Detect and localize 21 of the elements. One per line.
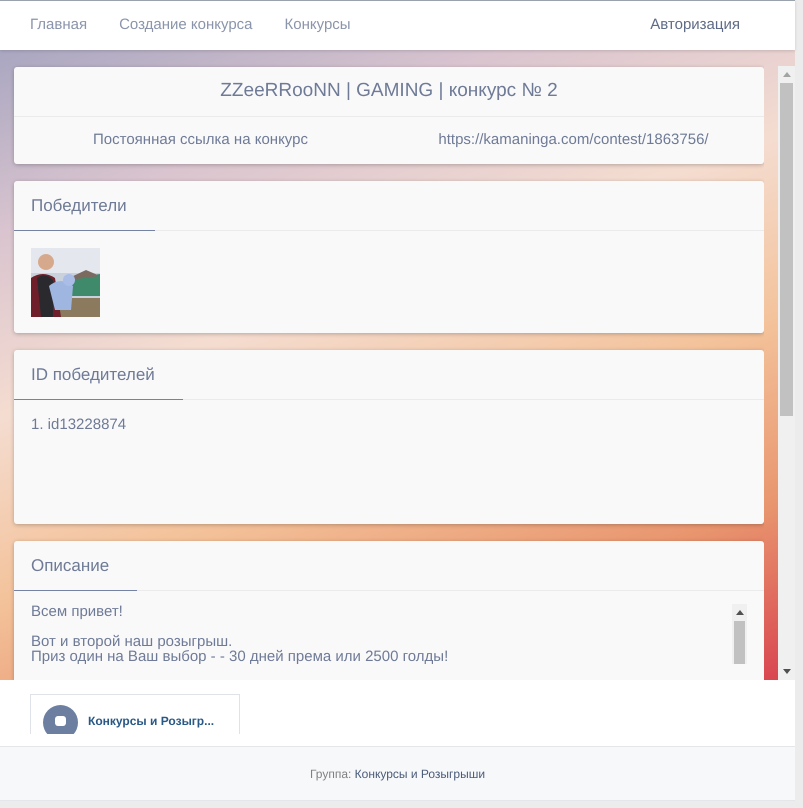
scrollbar[interactable]	[778, 66, 795, 680]
nav-link[interactable]: Конкурсы	[284, 14, 351, 37]
winner-id: 1. id13228874	[31, 415, 128, 435]
section-title: Победители	[14, 181, 155, 231]
description-text: Вот и второй наш розыгрыш. Приз один на Ваш выбор - - 30 дней према или 2500 голды!	[31, 634, 450, 664]
section-title: ID победителей	[14, 350, 183, 400]
description-text: Всем привет!	[31, 604, 124, 619]
contest-link[interactable]: https://kamaninga.com/contest/1863756/	[387, 129, 760, 152]
nav-link[interactable]: Главная	[30, 14, 88, 37]
section-title: Описание	[14, 541, 138, 591]
group-widget[interactable]: Конкурсы и Розыгр...	[30, 694, 240, 734]
group-avatar-icon	[43, 705, 78, 734]
footer-text: Группа: Конкурсы и Розыгрыши	[310, 766, 486, 782]
scroll-down-icon[interactable]	[782, 669, 790, 674]
contest-title: ZZeeRRooNN | GAMING | конкурс № 2	[220, 79, 558, 104]
login-link[interactable]: Авторизация	[650, 14, 740, 37]
scroll-up-icon[interactable]	[736, 610, 744, 615]
scrollbar[interactable]	[732, 604, 747, 664]
group-name: Конкурсы и Розыгр...	[88, 713, 214, 729]
link-label: Постоянная ссылка на конкурс	[92, 130, 309, 150]
nav-link[interactable]: Создание конкурса	[119, 14, 253, 37]
